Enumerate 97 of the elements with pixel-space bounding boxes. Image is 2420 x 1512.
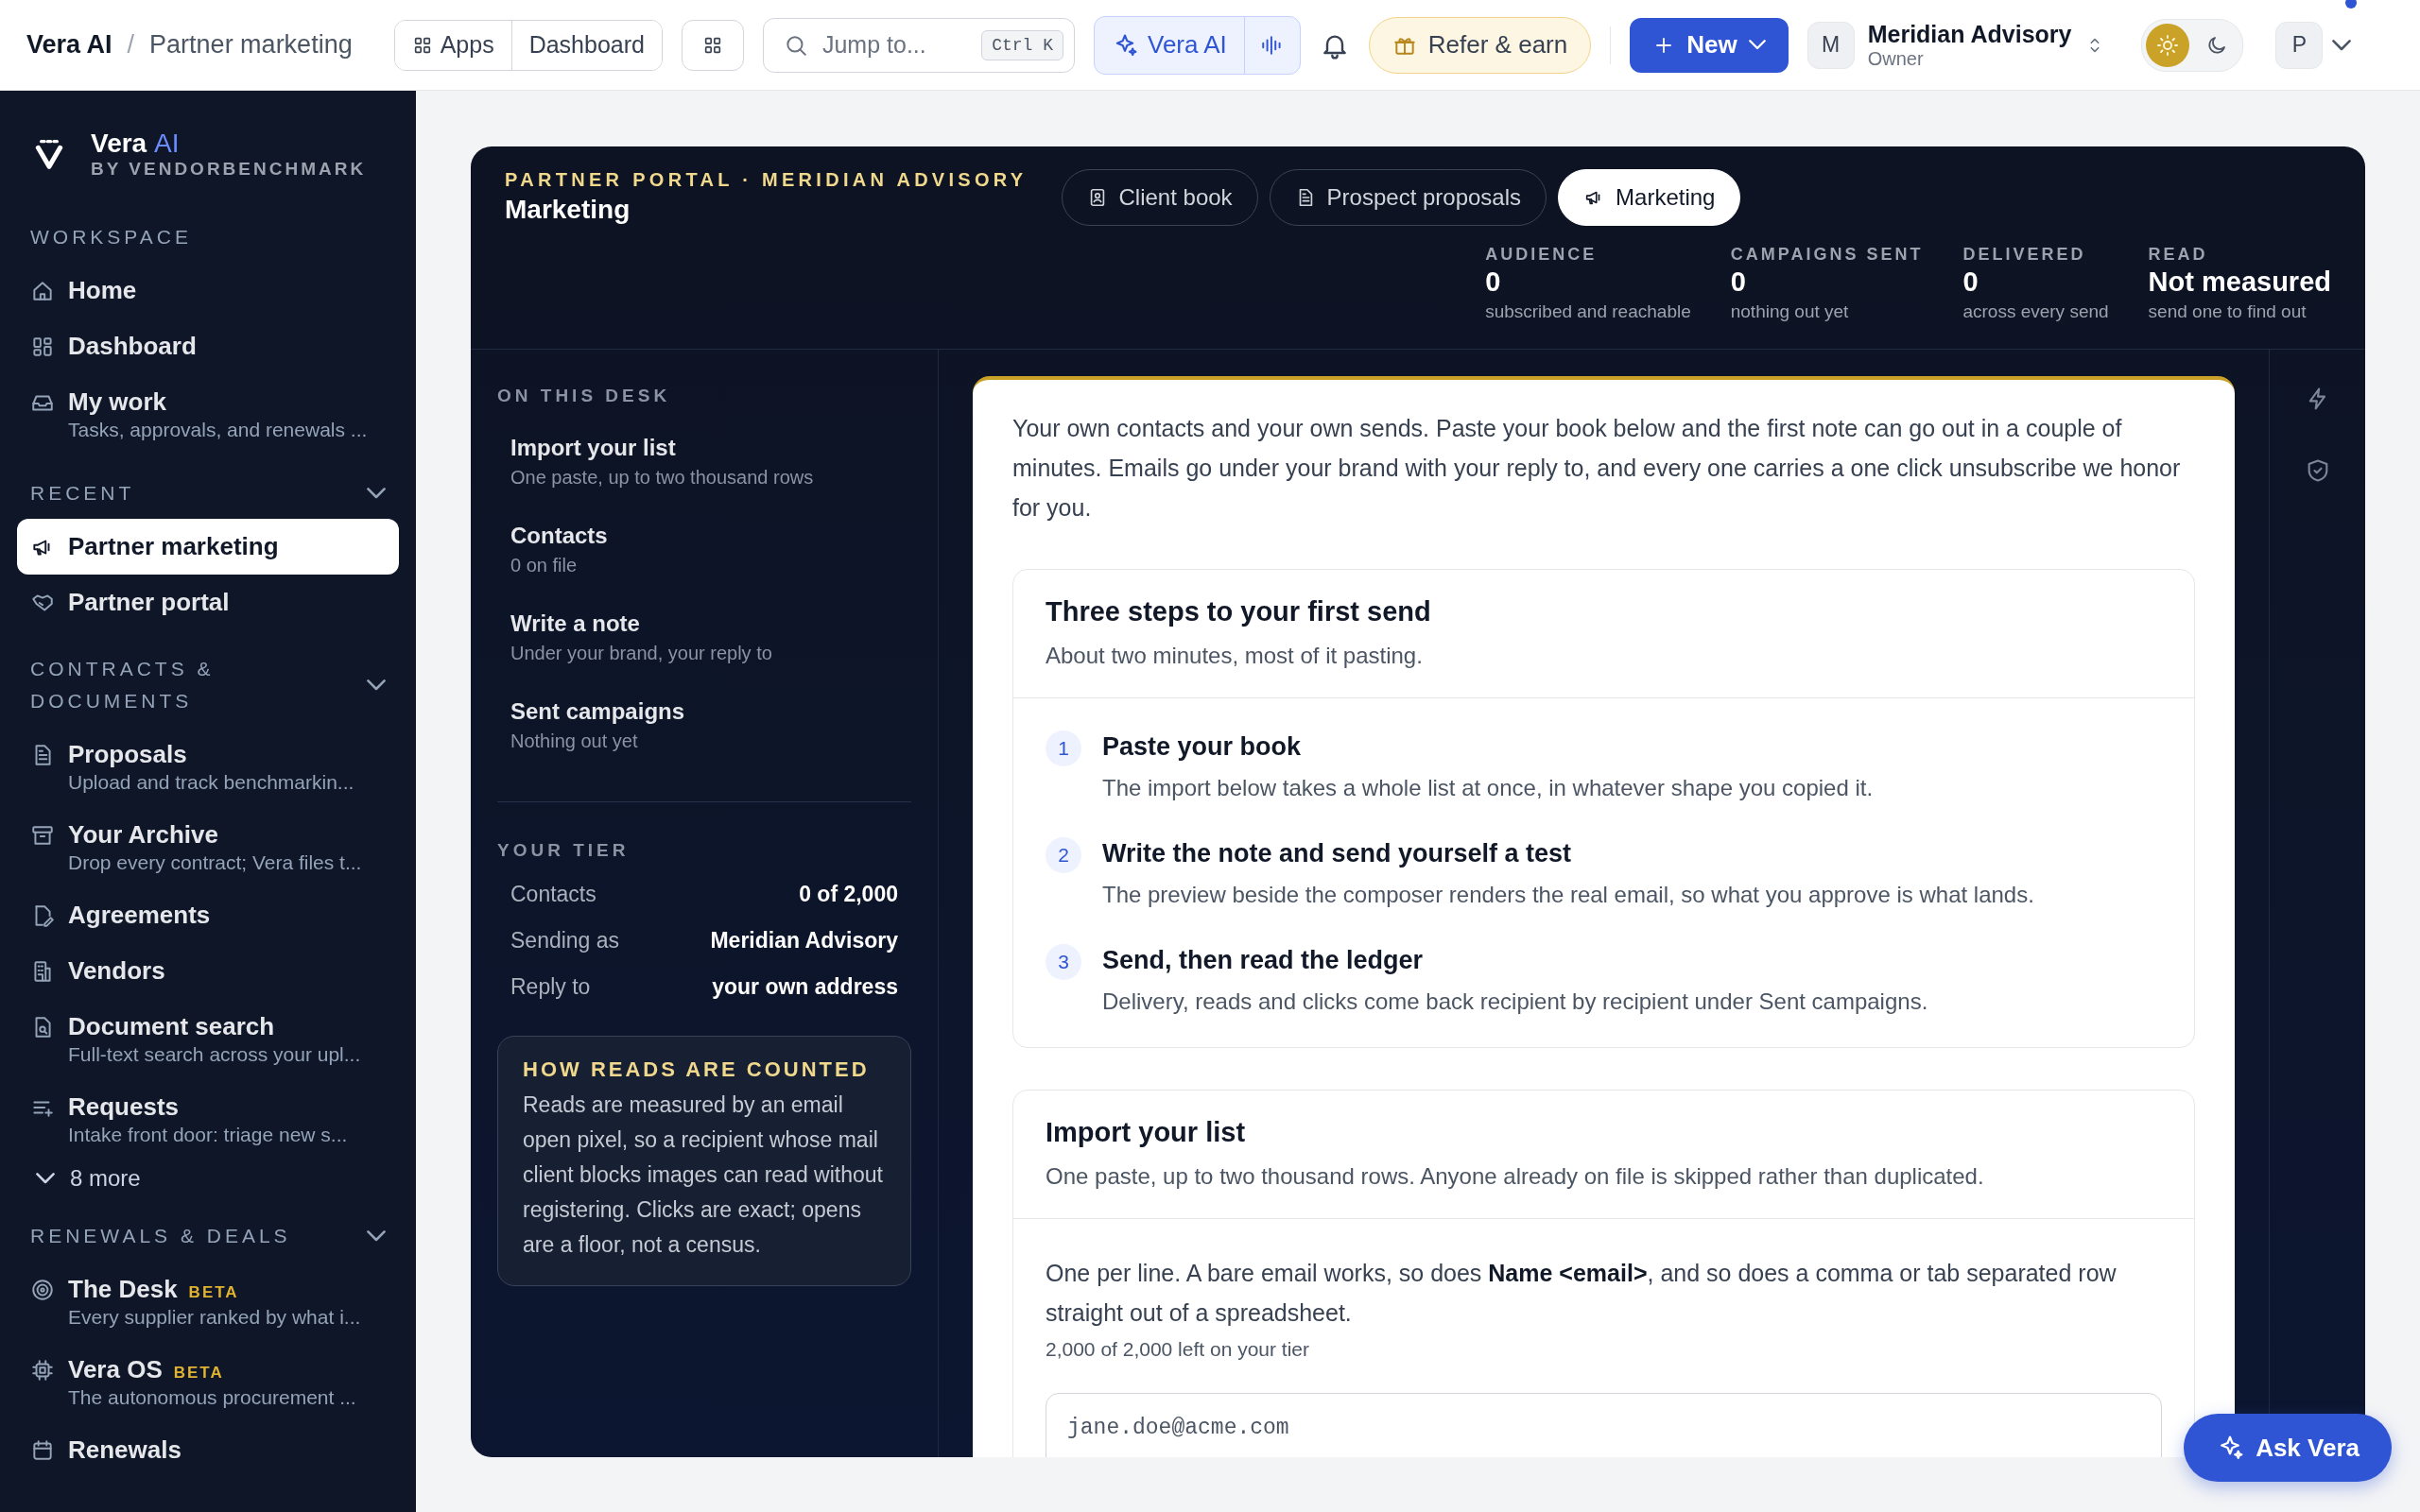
apps-grid-button[interactable]	[681, 19, 744, 71]
archive-icon	[30, 823, 55, 848]
stat-note: nothing out yet	[1730, 301, 1850, 322]
chevron-down-icon	[367, 679, 386, 691]
tier-value: 0 of 2,000	[799, 882, 898, 907]
section-heading: CONTRACTS & DOCUMENTS	[30, 657, 216, 713]
tier-heading: YOUR TIER	[497, 840, 631, 861]
beta-label: BETA	[188, 1283, 239, 1302]
stat-note: across every send	[1962, 301, 2109, 322]
remaining-count: 2,000 of 2,000 left on your tier	[1046, 1338, 1311, 1361]
section-heading: WORKSPACE	[30, 225, 193, 249]
portal-eyebrow: PARTNER PORTAL · MERIDIAN ADVISORY	[505, 169, 1028, 191]
breadcrumb-separator: /	[127, 30, 135, 60]
callout-title: HOW READS ARE COUNTED	[523, 1057, 871, 1082]
stat-note: subscribed and reachable	[1485, 301, 1691, 322]
chip-icon	[30, 1358, 55, 1383]
sidebar-item[interactable]: Vendors	[17, 943, 399, 999]
sidebar-item[interactable]: My work Tasks, approvals, and renewals ...	[17, 374, 399, 455]
chevron-down-icon	[2332, 39, 2352, 51]
ask-vera-button[interactable]: Ask Vera	[2184, 1414, 2392, 1482]
tier-label: Reply to	[510, 974, 591, 1000]
section-heading: RENEWALS & DEALS	[30, 1224, 292, 1248]
tier-label: Contacts	[510, 882, 596, 907]
step-number: 2	[1046, 837, 1081, 873]
desk-link[interactable]: Write a note Under your brand, your reply to	[510, 610, 898, 664]
stat-value: 0	[1485, 266, 1502, 298]
portal-title: Marketing	[505, 195, 631, 225]
target-icon	[30, 1278, 55, 1302]
sidebar-item[interactable]: Document search Full-text search across your upl...	[17, 999, 399, 1079]
step-number: 1	[1046, 730, 1081, 766]
sidebar-item[interactable]: Proposals Upload and track benchmarkin...	[17, 727, 399, 807]
stat-value: 0	[1962, 266, 1979, 298]
breadcrumb-page: Partner marketing	[149, 30, 353, 60]
sidebar-item[interactable]: Home	[17, 263, 399, 318]
sun-icon	[2156, 33, 2180, 57]
chevron-down-icon	[367, 1230, 386, 1242]
tier-value: Meridian Advisory	[710, 928, 898, 954]
desk-link[interactable]: Contacts 0 on file	[510, 523, 898, 576]
stat-note: send one to find out	[2148, 301, 2308, 322]
chevron-down-icon	[1748, 40, 1766, 50]
tier-value: your own address	[712, 974, 898, 1000]
account-switcher[interactable]: M Meridian Advisory Owner	[1806, 20, 2106, 70]
stat-value: Not measured	[2148, 266, 2331, 298]
card-title: Three steps to your first send	[1046, 596, 1432, 627]
beta-label: BETA	[173, 1364, 224, 1383]
stat-value: 0	[1730, 266, 1747, 298]
sidebar-item[interactable]: Agreements	[17, 887, 399, 943]
step-text: The preview beside the composer renders the real email, so what you approve is what lands.	[1102, 882, 2034, 908]
show-more-link[interactable]: 8 more	[17, 1160, 399, 1197]
card-subtitle: One paste, up to two thousand rows. Anyone already on file is skipped rather than duplicated.	[1046, 1163, 1985, 1190]
sidebar-item[interactable]: The Desk BETA Every supplier ranked by what i...	[17, 1262, 399, 1342]
step-title: Write the note and send yourself a test	[1102, 839, 1573, 868]
section-heading: RECENT	[30, 481, 136, 506]
refer-button[interactable]: Refer & earn	[1368, 16, 1592, 74]
tab[interactable]: Marketing	[1558, 169, 1741, 226]
step-text: The import below takes a whole list at once, in whatever shape you copied it.	[1102, 775, 1874, 801]
step-number: 3	[1046, 944, 1081, 980]
card-title: Import your list	[1046, 1117, 1247, 1148]
home-icon	[30, 279, 55, 303]
account-avatar: M	[1806, 21, 1855, 69]
chevron-down-icon	[367, 488, 386, 499]
notification-dot	[2345, 0, 2358, 9]
account-name: Meridian Advisory	[1867, 20, 2072, 48]
sidebar-item[interactable]: Vera OS BETA The autonomous procurement ...	[17, 1342, 399, 1422]
sidebar-item[interactable]: Requests Intake front door: triage new s...	[17, 1079, 399, 1160]
step-text: Delivery, reads and clicks come back recipient by recipient under Sent campaigns.	[1102, 988, 1928, 1015]
user-avatar[interactable]: P	[2275, 21, 2324, 69]
app-tagline: BY VENDORBENCHMARK	[91, 159, 367, 180]
help-text: One per line. A bare email works, so does Name <email>, and so does a comma or tab separated row straight out of a spreadsheet.	[1046, 1259, 2118, 1328]
stat-label: CAMPAIGNS SENT	[1730, 245, 1924, 265]
stat-label: READ	[2148, 245, 2209, 265]
card-subtitle: About two minutes, most of it pasting.	[1046, 643, 1424, 669]
chevron-down-icon	[36, 1173, 55, 1184]
contacts-input[interactable]: jane.doe@acme.com	[1046, 1393, 2162, 1457]
desk-link[interactable]: Import your list One paste, up to two thousand rows	[510, 435, 898, 489]
tier-label: Sending as	[510, 928, 620, 954]
nav-button[interactable]: Dashboard	[510, 20, 662, 70]
account-role: Owner	[1867, 47, 1925, 70]
intro-text: Your own contacts and your own sends. Paste your book below and the first note can go out in a couple of minutes. Emails go under your brand with your reply to, and every one carries a one click unsubscribe we honor for you.	[1012, 414, 2182, 523]
stat-label: AUDIENCE	[1485, 245, 1599, 265]
app-name: Vera AI	[91, 129, 181, 159]
dashboard-icon	[30, 335, 55, 359]
brand-name[interactable]: Vera AI	[26, 30, 112, 60]
sidebar-item[interactable]: Renewals	[17, 1422, 399, 1478]
new-button[interactable]: New	[1630, 17, 1789, 73]
calendar-icon	[30, 1438, 55, 1463]
sidebar-item[interactable]: Your Archive Drop every contract; Vera files t...	[17, 807, 399, 887]
sidebar-item[interactable]: Dashboard	[17, 318, 399, 374]
callout-text: Reads are measured by an email open pixel, so a recipient whose mail client blocks images can read without registering. Clicks are exact; opens are a floor, not a census.	[523, 1091, 884, 1259]
step-title: Send, then read the ledger	[1102, 946, 1425, 975]
stat-label: DELIVERED	[1962, 245, 2087, 265]
sidebar-item[interactable]: Partner portal	[17, 575, 399, 630]
shortcut-hint: Ctrl K	[981, 29, 1063, 60]
step-title: Paste your book	[1102, 732, 1303, 762]
desk-heading: ON THIS DESK	[497, 386, 672, 406]
desk-link[interactable]: Sent campaigns Nothing out yet	[510, 698, 898, 752]
sidebar-item[interactable]: Partner marketing	[17, 519, 399, 575]
